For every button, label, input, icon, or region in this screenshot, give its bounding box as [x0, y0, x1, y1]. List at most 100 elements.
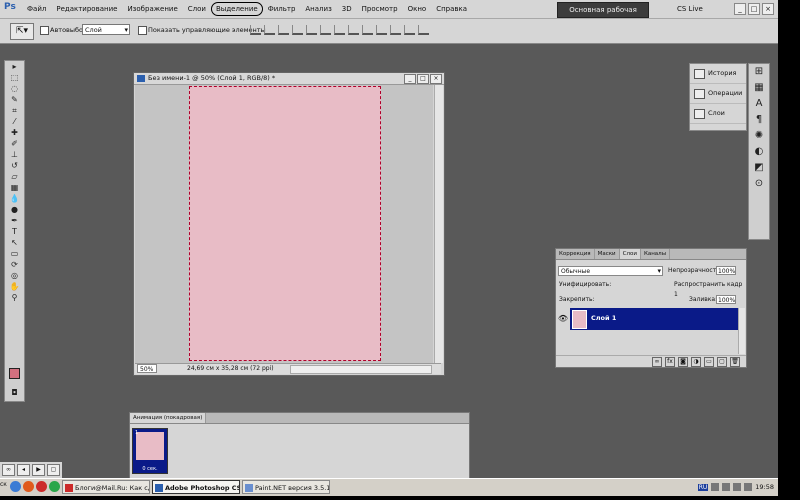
pen-tool-icon[interactable]: ✒ [5, 215, 24, 226]
gradient-tool-icon[interactable]: ▦ [5, 182, 24, 193]
volume-icon[interactable] [733, 483, 742, 491]
layer-row[interactable]: 👁 Слой 1 [556, 308, 740, 330]
auto-align-icon[interactable] [418, 25, 429, 35]
doc-close-icon[interactable]: × [430, 74, 442, 84]
path-select-tool-icon[interactable]: ↖ [5, 237, 24, 248]
lasso-tool-icon[interactable]: ◌ [5, 83, 24, 94]
menu-file[interactable]: Файл [22, 0, 51, 18]
opera-icon[interactable] [36, 481, 47, 492]
history-panel-button[interactable]: История [690, 64, 746, 84]
zoom-field[interactable]: 50% [137, 364, 157, 373]
document-vertical-scrollbar[interactable] [434, 85, 443, 363]
start-button[interactable]: ск [0, 481, 8, 493]
task-paintnet[interactable]: Paint.NET версия 3.5.10 [242, 480, 330, 494]
new-frame-icon[interactable]: ▢ [47, 464, 60, 476]
menu-analysis[interactable]: Анализ [300, 0, 336, 18]
quick-mask-icon[interactable]: ◘ [5, 387, 24, 398]
loop-icon[interactable]: ∞ [2, 464, 15, 476]
first-frame-icon[interactable]: ◂ [17, 464, 30, 476]
zoom-tool-icon[interactable]: ⚲ [5, 292, 24, 303]
actions-panel-button[interactable]: Операции [690, 84, 746, 104]
history-brush-tool-icon[interactable]: ↺ [5, 160, 24, 171]
distribute-right-icon[interactable] [404, 25, 415, 35]
tray-icon[interactable] [711, 483, 720, 491]
character-icon[interactable]: A [749, 96, 769, 112]
eraser-tool-icon[interactable]: ▱ [5, 171, 24, 182]
align-vcenter-icon[interactable] [264, 25, 275, 35]
swatches-icon[interactable]: ▦ [749, 80, 769, 96]
navigator-icon[interactable]: ⊞ [749, 64, 769, 80]
align-hcenter-icon[interactable] [306, 25, 317, 35]
chrome-icon[interactable] [49, 481, 60, 492]
eyedropper-tool-icon[interactable]: ⁄ [5, 116, 24, 127]
autoselect-dropdown[interactable]: Слой [82, 24, 130, 36]
tab-adjustments[interactable]: Коррекция [556, 249, 595, 259]
tab-animation[interactable]: Анимация (покадровая) [130, 413, 207, 423]
dodge-tool-icon[interactable]: ● [5, 204, 24, 215]
blend-mode-dropdown[interactable]: Обычные [558, 266, 663, 276]
document-titlebar[interactable]: Без имени-1 @ 50% (Слой 1, RGB/8) * _ □ … [134, 73, 444, 85]
menu-help[interactable]: Справка [431, 0, 472, 18]
align-left-icon[interactable] [292, 25, 303, 35]
link-layers-icon[interactable]: ∞ [652, 357, 662, 367]
fill-field[interactable]: 100% [716, 295, 736, 304]
clone-source-icon[interactable]: ⊙ [749, 176, 769, 192]
tab-channels[interactable]: Каналы [641, 249, 671, 259]
trash-icon[interactable]: 🗑 [730, 357, 740, 367]
task-photoshop[interactable]: Adobe Photoshop CS... [152, 480, 240, 494]
group-icon[interactable]: ▭ [704, 357, 714, 367]
frame-delay[interactable]: 0 сек. [133, 466, 167, 472]
paragraph-icon[interactable]: ¶ [749, 112, 769, 128]
firefox-icon[interactable] [23, 481, 34, 492]
network-icon[interactable] [744, 483, 753, 491]
show-controls-checkbox[interactable] [138, 26, 147, 35]
crop-tool-icon[interactable]: ⌗ [5, 105, 24, 116]
align-bottom-icon[interactable] [278, 25, 289, 35]
healing-tool-icon[interactable]: ✚ [5, 127, 24, 138]
align-top-icon[interactable] [250, 25, 261, 35]
move-tool-icon[interactable]: ▸ [5, 61, 24, 72]
layers-mini-panel-button[interactable]: Слои [690, 104, 746, 124]
language-indicator[interactable]: RU [697, 483, 709, 491]
new-layer-icon[interactable]: ▢ [717, 357, 727, 367]
quick-select-tool-icon[interactable]: ✎ [5, 94, 24, 105]
3d-camera-tool-icon[interactable]: ◎ [5, 270, 24, 281]
layer-mask-icon[interactable]: ◙ [678, 357, 688, 367]
menu-layers[interactable]: Слои [183, 0, 211, 18]
play-icon[interactable]: ▶ [32, 464, 45, 476]
menu-3d[interactable]: 3D [337, 0, 357, 18]
document-horizontal-scrollbar[interactable] [290, 365, 432, 374]
align-right-icon[interactable] [320, 25, 331, 35]
shape-tool-icon[interactable]: ▭ [5, 248, 24, 259]
blur-tool-icon[interactable]: 💧 [5, 193, 24, 204]
distribute-vcenter-icon[interactable] [348, 25, 359, 35]
cs-live-button[interactable]: CS Live [677, 3, 703, 15]
menu-select[interactable]: Выделение [210, 2, 263, 16]
opacity-field[interactable]: 100% [716, 266, 736, 275]
distribute-top-icon[interactable] [334, 25, 345, 35]
styles-icon[interactable]: ◩ [749, 160, 769, 176]
eye-icon[interactable]: 👁 [556, 308, 570, 330]
autoselect-checkbox[interactable] [40, 26, 49, 35]
minimize-icon[interactable]: _ [734, 3, 746, 15]
menu-view[interactable]: Просмотр [357, 0, 403, 18]
foreground-color-swatch[interactable] [9, 368, 20, 379]
type-tool-icon[interactable]: T [5, 226, 24, 237]
menu-window[interactable]: Окно [403, 0, 432, 18]
distribute-left-icon[interactable] [376, 25, 387, 35]
document-canvas[interactable] [189, 86, 381, 361]
marquee-tool-icon[interactable]: ⬚ [5, 72, 24, 83]
layer-style-icon[interactable]: fx [665, 357, 675, 367]
animation-frame[interactable]: 1 0 сек. [132, 428, 168, 474]
doc-restore-icon[interactable]: □ [417, 74, 429, 84]
workspace-switcher[interactable]: Основная рабочая среда [557, 2, 649, 28]
menu-edit[interactable]: Редактирование [51, 0, 122, 18]
layers-scrollbar[interactable] [738, 308, 745, 354]
distribute-hcenter-icon[interactable] [390, 25, 401, 35]
3d-rotate-tool-icon[interactable]: ⟳ [5, 259, 24, 270]
menu-image[interactable]: Изображение [122, 0, 182, 18]
brush-tool-icon[interactable]: ✐ [5, 138, 24, 149]
browser-icon[interactable] [10, 481, 21, 492]
close-icon[interactable]: × [762, 3, 774, 15]
adjustments-icon[interactable]: ✺ [749, 128, 769, 144]
